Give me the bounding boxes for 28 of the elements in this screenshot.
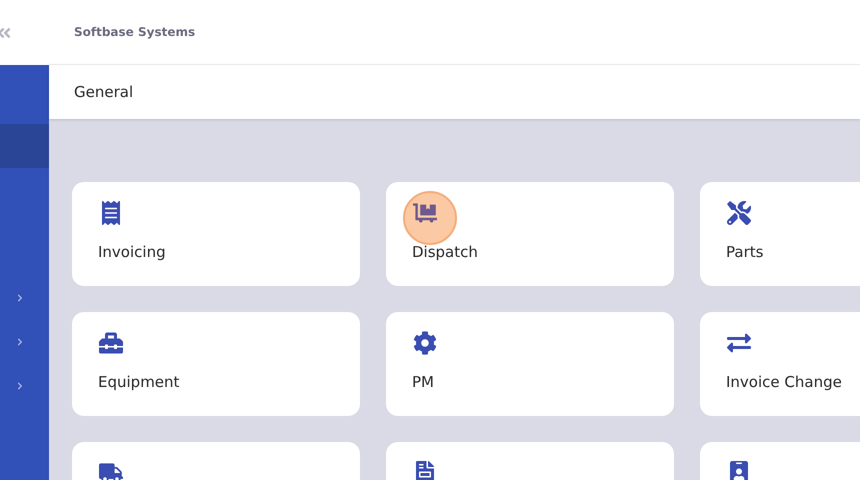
id-badge-icon — [727, 461, 751, 480]
module-tile[interactable]: Invoicing — [72, 182, 360, 286]
module-tile[interactable]: Equipment — [72, 312, 360, 416]
module-tile[interactable]: Dispatch — [386, 182, 674, 286]
tile-label: Parts — [726, 242, 764, 263]
chevron-icon — [16, 382, 24, 390]
document-icon — [413, 461, 437, 480]
section-title: General — [74, 82, 134, 103]
tile-label: Invoice Change — [726, 372, 843, 393]
tools-icon — [727, 201, 751, 225]
truck-icon — [99, 461, 123, 480]
company-name: Softbase Systems — [74, 24, 196, 41]
tile-label: Equipment — [98, 372, 180, 393]
tile-label: Dispatch — [412, 242, 479, 263]
tile-label: Invoicing — [98, 242, 167, 263]
receipt-icon — [99, 201, 123, 225]
tile-label: PM — [412, 372, 435, 393]
chevron-icon — [16, 338, 24, 346]
swap-arrows-icon — [727, 331, 751, 355]
chevron-icon — [16, 294, 24, 302]
click-highlight — [403, 191, 457, 245]
module-tile[interactable]: Parts — [700, 182, 860, 286]
settings-icon — [413, 331, 437, 355]
toolbox-icon — [99, 331, 123, 355]
module-tile[interactable]: PM — [386, 312, 674, 416]
sidebar-item[interactable] — [0, 124, 49, 168]
module-tile[interactable]: Invoice Change — [700, 312, 860, 416]
dolly-icon — [413, 201, 437, 225]
